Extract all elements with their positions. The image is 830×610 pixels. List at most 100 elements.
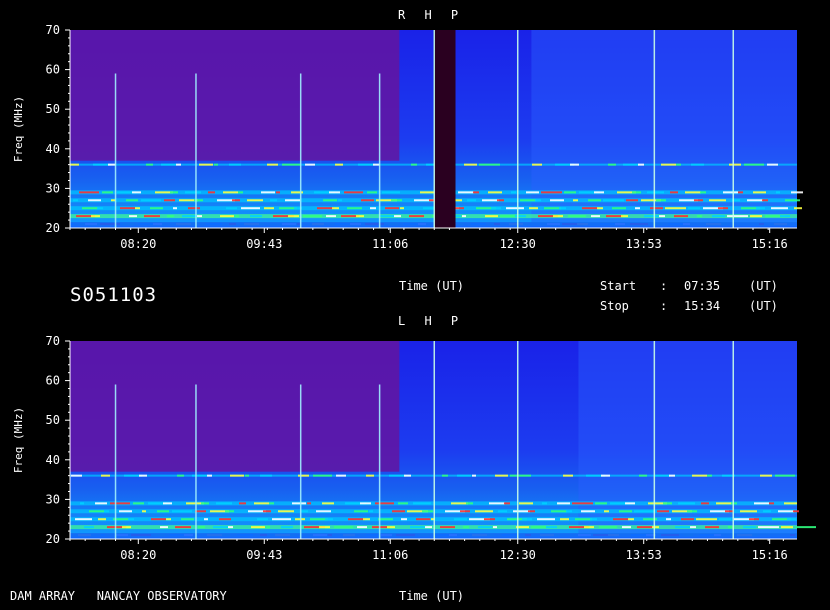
- rhp-band-speckle: [462, 215, 466, 218]
- rhp-band-speckle: [747, 199, 763, 202]
- rhp-band-speckle: [229, 163, 241, 166]
- rhp-x-tick-label: 11:06: [372, 237, 408, 251]
- lhp-band-speckle: [207, 474, 212, 477]
- rhp-band-speckle: [161, 163, 176, 166]
- lhp-band-speckle: [325, 518, 333, 521]
- rhp-band-speckle: [612, 207, 626, 210]
- lhp-band-speckle: [245, 474, 249, 477]
- rhp-band-speckle: [647, 191, 664, 194]
- rhp-band-speckle: [144, 215, 160, 218]
- rhp-band-speckle: [526, 191, 539, 194]
- rhp-band-speckle: [488, 191, 502, 194]
- rhp-band-speckle: [544, 207, 561, 210]
- lhp-y-tick-label: 50: [46, 413, 60, 427]
- lhp-band-speckle: [301, 510, 308, 513]
- rhp-band-speckle: [146, 163, 153, 166]
- rhp-band-speckle: [623, 163, 639, 166]
- rhp-band-speckle: [326, 215, 336, 218]
- lhp-band-speckle: [225, 510, 234, 513]
- lhp-band-speckle: [392, 510, 405, 513]
- lhp-band-speckle: [266, 526, 270, 529]
- lhp-band-speckle: [334, 526, 353, 529]
- lhp-band-speckle: [687, 510, 697, 513]
- lhp-band-speckle: [198, 526, 205, 529]
- rhp-data-gap: [434, 30, 456, 228]
- rhp-band-speckle: [102, 191, 113, 194]
- rhp-band-speckle: [88, 199, 101, 202]
- rhp-band-speckle: [603, 199, 624, 202]
- rhp-band-speckle: [70, 163, 79, 166]
- rhp-band-speckle: [164, 199, 175, 202]
- rhp-band-speckle: [608, 163, 616, 166]
- rhp-band-speckle: [485, 215, 498, 218]
- lhp-band-speckle: [410, 526, 427, 529]
- lhp-band-speckle: [728, 526, 733, 529]
- lhp-band-speckle: [316, 510, 331, 513]
- rhp-y-tick-label: 70: [46, 23, 60, 37]
- lhp-band-speckle: [375, 502, 394, 505]
- lhp-band-speckle: [546, 526, 557, 529]
- rhp-y-tick-label: 50: [46, 102, 60, 116]
- rhp-band-speckle: [317, 207, 334, 210]
- rhp-band-speckle: [323, 199, 337, 202]
- rhp-band-speckle: [361, 199, 374, 202]
- rhp-band-speckle: [738, 191, 743, 194]
- rhp-band-speckle: [370, 207, 376, 210]
- lhp-x-tick-label: 08:20: [120, 548, 156, 562]
- lhp-band-speckle: [254, 502, 269, 505]
- lhp-band-speckle: [216, 502, 232, 505]
- rhp-band-speckle: [238, 191, 243, 194]
- rhp-band-speckle: [232, 199, 240, 202]
- rhp-band-speckle: [626, 199, 638, 202]
- lhp-band-speckle: [160, 526, 168, 529]
- lhp-band-speckle: [639, 474, 647, 477]
- lhp-band-speckle: [758, 526, 779, 529]
- rhp-band-speckle: [691, 163, 704, 166]
- lhp-band-speckle: [778, 510, 794, 513]
- lhp-band-speckle: [551, 510, 567, 513]
- lhp-low-gain-region: [70, 341, 400, 472]
- rhp-band-speckle: [400, 207, 404, 210]
- rhp-band-speckle: [482, 199, 499, 202]
- lhp-band-speckle: [475, 510, 493, 513]
- rhp-band-speckle: [594, 191, 604, 194]
- lhp-x-tick-label: 12:30: [500, 548, 536, 562]
- lhp-band-speckle: [575, 518, 592, 521]
- rhp-band-speckle: [650, 207, 663, 210]
- lhp-x-tick-label: 15:16: [752, 548, 788, 562]
- rhp-band-speckle: [665, 207, 686, 210]
- lhp-x-tick-label: 13:53: [626, 548, 662, 562]
- lhp-band-speckle: [657, 510, 669, 513]
- lhp-y-tick-label: 30: [46, 492, 60, 506]
- lhp-band-speckle: [740, 510, 757, 513]
- lhp-band-speckle: [398, 502, 408, 505]
- lhp-band-speckle: [472, 474, 476, 477]
- rhp-band-speckle: [356, 215, 364, 218]
- lhp-band-speckle: [369, 510, 373, 513]
- lhp-band-speckle: [557, 502, 570, 505]
- lhp-band-speckle: [128, 518, 134, 521]
- rhp-band-speckle: [282, 163, 301, 166]
- lhp-band-speckle: [781, 526, 793, 529]
- lhp-band-speckle: [366, 474, 374, 477]
- rhp-x-tick-label: 08:20: [120, 237, 156, 251]
- rhp-band-speckle: [588, 199, 601, 202]
- rhp-band-speckle: [776, 191, 780, 194]
- rhp-band-speckle: [753, 191, 766, 194]
- rhp-band-speckle: [709, 199, 726, 202]
- lhp-band-speckle: [451, 502, 468, 505]
- rhp-band-speckle: [270, 199, 277, 202]
- lhp-band-speckle: [75, 518, 92, 521]
- rhp-band-speckle: [729, 163, 741, 166]
- lhp-band-speckle: [637, 526, 654, 529]
- lhp-band-speckle: [743, 526, 756, 529]
- lhp-band-speckle: [84, 526, 94, 529]
- rhp-band-speckle: [267, 163, 278, 166]
- rhp-band-speckle: [332, 207, 339, 210]
- lhp-band-speckle: [257, 518, 268, 521]
- rhp-low-freq-floor: [70, 222, 797, 228]
- lhp-band-speckle: [537, 518, 555, 521]
- lhp-band-speckle: [172, 510, 192, 513]
- rhp-band-speckle: [712, 215, 725, 218]
- rhp-band-speckle: [226, 207, 237, 210]
